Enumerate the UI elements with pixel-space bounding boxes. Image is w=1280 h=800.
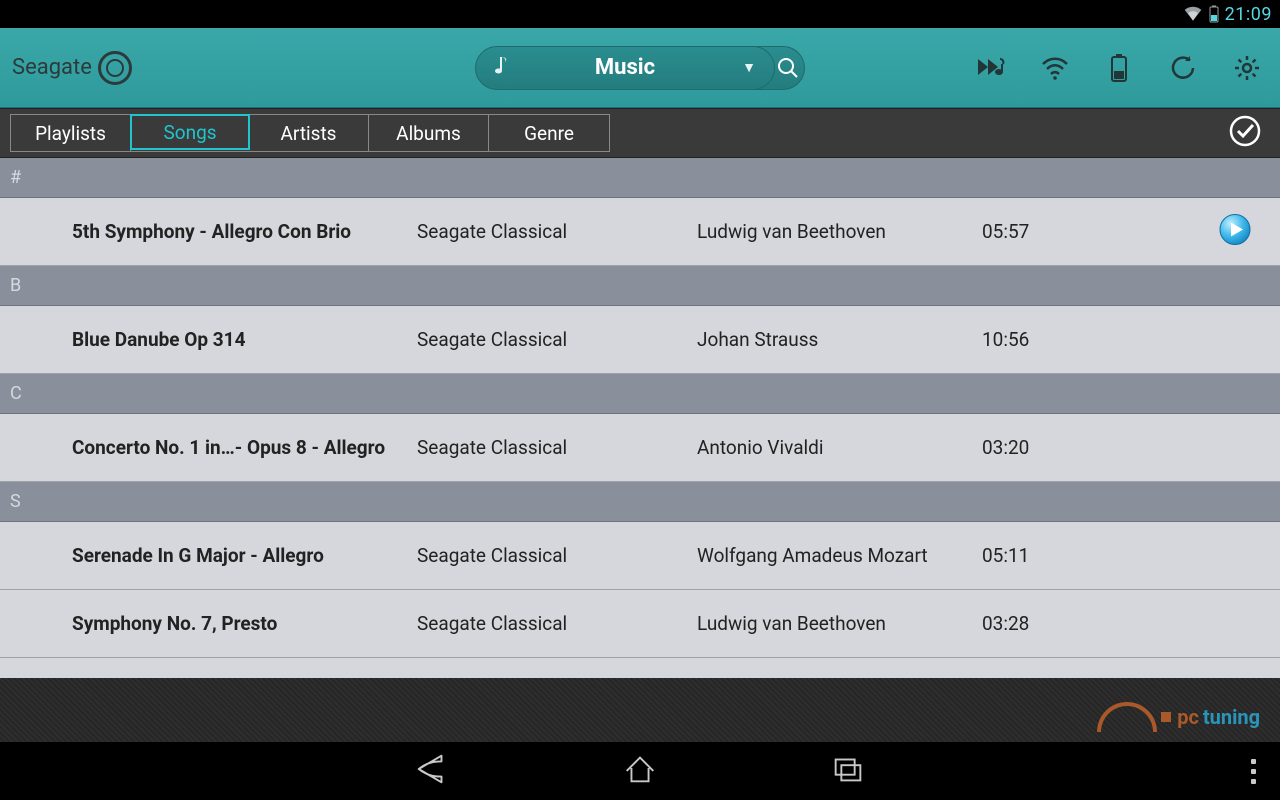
section-header: #: [0, 158, 1280, 198]
caret-down-icon: ▼: [742, 59, 756, 76]
play-icon[interactable]: [1218, 212, 1252, 251]
watermark-text-2: tuning: [1203, 705, 1260, 729]
select-all-button[interactable]: [1228, 114, 1262, 152]
song-artist: Johan Strauss: [697, 328, 982, 351]
tab-playlists[interactable]: Playlists: [11, 115, 131, 151]
status-wifi-icon: [1183, 4, 1203, 24]
tab-albums[interactable]: Albums: [369, 115, 489, 151]
back-button[interactable]: [413, 750, 451, 792]
brand-logo[interactable]: Seagate: [12, 51, 132, 85]
song-album: Seagate Classical: [417, 612, 697, 635]
watermark-square-icon: [1161, 712, 1171, 722]
category-selector[interactable]: Music ▼: [475, 46, 775, 90]
watermark-arc-icon: [1097, 702, 1157, 732]
song-title: Concerto No. 1 in…- Opus 8 - Allegro: [72, 436, 417, 459]
song-album: Seagate Classical: [417, 436, 697, 459]
watermark: pctuning: [1097, 702, 1260, 732]
footer-area: pctuning: [0, 678, 1280, 742]
song-artist: Ludwig van Beethoven: [697, 612, 982, 635]
status-battery-icon: [1209, 5, 1219, 23]
song-duration: 05:57: [982, 220, 1102, 243]
watermark-text-1: pc: [1177, 705, 1199, 729]
song-row[interactable]: Concerto No. 1 in…- Opus 8 - AllegroSeag…: [0, 414, 1280, 482]
song-title: Serenade In G Major - Allegro: [72, 544, 417, 567]
brand-ring-icon: [98, 51, 132, 85]
recent-apps-button[interactable]: [829, 750, 867, 792]
status-clock: 21:09: [1225, 4, 1272, 25]
tab-genre[interactable]: Genre: [489, 115, 609, 151]
android-nav-bar: [0, 742, 1280, 800]
home-button[interactable]: [621, 750, 659, 792]
song-list: #5th Symphony - Allegro Con BrioSeagate …: [0, 158, 1280, 678]
menu-button[interactable]: [1251, 759, 1256, 784]
song-album: Seagate Classical: [417, 544, 697, 567]
song-title: Symphony No. 7, Presto: [72, 612, 417, 635]
song-duration: 05:11: [982, 544, 1102, 567]
now-playing-button[interactable]: [976, 53, 1006, 83]
tab-songs[interactable]: Songs: [130, 114, 250, 150]
section-header: B: [0, 266, 1280, 306]
song-artist: Antonio Vivaldi: [697, 436, 982, 459]
song-artist: Wolfgang Amadeus Mozart: [697, 544, 982, 567]
refresh-button[interactable]: [1168, 53, 1198, 83]
category-label: Music: [476, 55, 774, 80]
section-header: C: [0, 374, 1280, 414]
song-artist: Ludwig van Beethoven: [697, 220, 982, 243]
tab-artists[interactable]: Artists: [249, 115, 369, 151]
subtab-bar: PlaylistsSongsArtistsAlbumsGenre: [0, 108, 1280, 158]
song-row[interactable]: Symphony No. 7, PrestoSeagate ClassicalL…: [0, 590, 1280, 658]
app-header: Seagate Music ▼: [0, 28, 1280, 108]
song-album: Seagate Classical: [417, 328, 697, 351]
song-row[interactable]: 5th Symphony - Allegro Con BrioSeagate C…: [0, 198, 1280, 266]
battery-button[interactable]: [1104, 53, 1134, 83]
song-title: 5th Symphony - Allegro Con Brio: [72, 220, 417, 243]
android-status-bar: 21:09: [0, 0, 1280, 28]
brand-text: Seagate: [12, 55, 92, 80]
settings-button[interactable]: [1232, 53, 1262, 83]
song-duration: 03:28: [982, 612, 1102, 635]
wifi-button[interactable]: [1040, 53, 1070, 83]
song-duration: 10:56: [982, 328, 1102, 351]
song-row[interactable]: Serenade In G Major - AllegroSeagate Cla…: [0, 522, 1280, 590]
song-title: Blue Danube Op 314: [72, 328, 417, 351]
section-header: S: [0, 482, 1280, 522]
tab-group: PlaylistsSongsArtistsAlbumsGenre: [10, 114, 610, 152]
song-row[interactable]: Blue Danube Op 314Seagate ClassicalJohan…: [0, 306, 1280, 374]
song-duration: 03:20: [982, 436, 1102, 459]
song-album: Seagate Classical: [417, 220, 697, 243]
